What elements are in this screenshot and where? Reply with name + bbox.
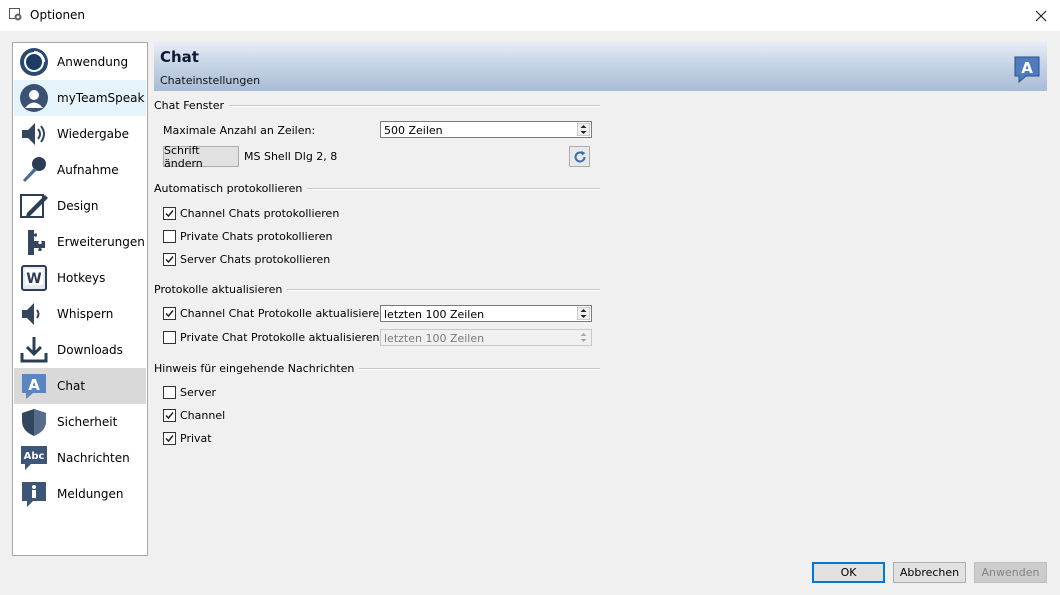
user-avatar-icon <box>18 82 50 114</box>
sidebar-item-erweiterungen[interactable]: Erweiterungen <box>14 224 146 260</box>
shield-icon <box>18 406 50 438</box>
svg-text:A: A <box>28 376 40 394</box>
sidebar-item-whispern[interactable]: Whispern <box>14 296 146 332</box>
apply-button: Anwenden <box>974 562 1047 583</box>
private-chats-log-label: Private Chats protokollieren <box>180 230 333 243</box>
page-title: Chat <box>160 48 199 66</box>
sidebar-item-label: Anwendung <box>57 55 129 69</box>
sidebar-item-label: Aufnahme <box>57 163 119 177</box>
sidebar-item-design[interactable]: Design <box>14 188 146 224</box>
sidebar-item-label: Design <box>57 199 99 213</box>
sidebar-item-hotkeys[interactable]: W Hotkeys <box>14 260 146 296</box>
cancel-button[interactable]: Abbrechen <box>893 562 966 583</box>
puzzle-icon <box>18 226 50 258</box>
channel-log-update-label: Channel Chat Protokolle aktualisieren <box>180 307 387 320</box>
notify-server-label: Server <box>180 386 217 399</box>
key-w-icon: W <box>18 262 50 294</box>
close-button[interactable] <box>1022 0 1060 31</box>
sidebar-item-myteamspeak[interactable]: myTeamSpeak <box>14 80 146 116</box>
info-bubble-icon <box>18 478 50 510</box>
sidebar-item-label: Chat <box>57 379 86 393</box>
abc-bubble-icon: Abc <box>18 442 50 474</box>
channel-chats-log-checkbox[interactable] <box>163 207 176 220</box>
max-lines-spinbox[interactable]: 500 Zeilen <box>380 121 592 138</box>
sidebar-item-meldungen[interactable]: Meldungen <box>14 476 146 512</box>
ok-button[interactable]: OK <box>812 562 885 583</box>
sidebar-item-wiedergabe[interactable]: Wiedergabe <box>14 116 146 152</box>
speaker-icon <box>18 118 50 150</box>
notify-channel-checkbox[interactable] <box>163 409 176 422</box>
private-log-update-spinbox: letzten 100 Zeilen <box>380 329 592 346</box>
microphone-icon <box>18 154 50 186</box>
title-bar: Optionen <box>0 0 1060 31</box>
sidebar-item-label: Erweiterungen <box>57 235 145 249</box>
spin-arrows-icon[interactable] <box>577 123 590 136</box>
notify-private-checkbox[interactable] <box>163 432 176 445</box>
sidebar-item-nachrichten[interactable]: Abc Nachrichten <box>14 440 146 476</box>
sidebar-item-label: Downloads <box>57 343 123 357</box>
notify-channel-label: Channel <box>180 409 226 422</box>
chat-a-icon: A <box>1012 54 1042 87</box>
sidebar-item-label: Nachrichten <box>57 451 130 465</box>
max-lines-label: Maximale Anzahl an Zeilen: <box>163 124 316 137</box>
window-title: Optionen <box>30 8 86 22</box>
pencil-icon <box>18 190 50 222</box>
sidebar-item-label: Hotkeys <box>57 271 106 285</box>
group-title-auto-log: Automatisch protokollieren <box>154 182 308 195</box>
sidebar-item-label: Sicherheit <box>57 415 118 429</box>
svg-text:W: W <box>26 271 41 287</box>
spin-arrows-icon[interactable] <box>577 307 590 320</box>
sidebar-item-downloads[interactable]: Downloads <box>14 332 146 368</box>
channel-log-update-checkbox[interactable] <box>163 307 176 320</box>
ring-icon <box>18 46 50 78</box>
svg-text:Abc: Abc <box>24 451 45 462</box>
server-chats-log-checkbox[interactable] <box>163 253 176 266</box>
sidebar-item-label: Meldungen <box>57 487 124 501</box>
page-header: Chat Chateinstellungen A <box>154 42 1047 91</box>
sidebar-item-label: Whispern <box>57 307 114 321</box>
download-icon <box>18 334 50 366</box>
group-title-chat-window: Chat Fenster <box>154 99 230 112</box>
svg-text:A: A <box>1021 59 1033 77</box>
page-subtitle: Chateinstellungen <box>160 74 261 87</box>
sidebar-item-sicherheit[interactable]: Sicherheit <box>14 404 146 440</box>
private-log-update-checkbox[interactable] <box>163 331 176 344</box>
sidebar-item-aufnahme[interactable]: Aufnahme <box>14 152 146 188</box>
notify-private-label: Privat <box>180 432 212 445</box>
group-title-notify: Hinweis für eingehende Nachrichten <box>154 362 360 375</box>
channel-chats-log-label: Channel Chats protokollieren <box>180 207 340 220</box>
sidebar-item-label: Wiedergabe <box>57 127 130 141</box>
sidebar-item-anwendung[interactable]: Anwendung <box>14 44 146 80</box>
change-font-button[interactable]: Schrift ändern <box>163 144 239 170</box>
server-chats-log-label: Server Chats protokollieren <box>180 253 331 266</box>
sidebar-item-chat[interactable]: A Chat <box>14 368 146 404</box>
private-log-update-label: Private Chat Protokolle aktualisieren <box>180 331 380 344</box>
font-value: MS Shell Dlg 2, 8 <box>244 150 338 163</box>
notify-server-checkbox[interactable] <box>163 386 176 399</box>
reset-font-button[interactable] <box>569 146 590 167</box>
private-chats-log-checkbox[interactable] <box>163 230 176 243</box>
group-title-log-update: Protokolle aktualisieren <box>154 283 288 296</box>
refresh-icon <box>574 150 586 163</box>
close-icon <box>1035 10 1047 21</box>
sidebar-item-label: myTeamSpeak <box>57 91 145 105</box>
chat-a-icon: A <box>18 370 50 402</box>
private-log-update-value: letzten 100 Zeilen <box>384 332 485 345</box>
max-lines-value: 500 Zeilen <box>384 124 443 137</box>
whisper-speaker-icon <box>18 298 50 330</box>
channel-log-update-value: letzten 100 Zeilen <box>384 308 485 321</box>
options-sidebar: Anwendung myTeamSpeak Wiedergabe Aufnahm… <box>12 42 148 556</box>
spin-arrows-icon <box>580 333 587 342</box>
settings-window-icon <box>9 8 23 22</box>
channel-log-update-spinbox[interactable]: letzten 100 Zeilen <box>380 305 592 322</box>
